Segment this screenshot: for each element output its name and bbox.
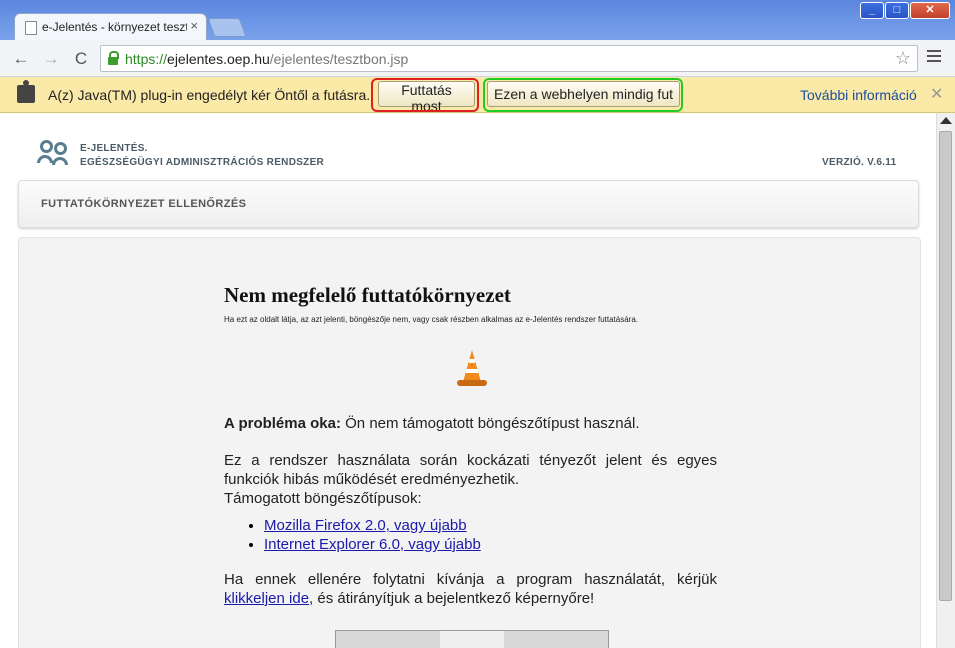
bookmark-star-icon[interactable]: ☆ bbox=[895, 48, 911, 69]
back-arrow-icon[interactable]: ← bbox=[10, 48, 32, 70]
continue-text: Ha ennek ellenére folytatni kívánja a pr… bbox=[224, 571, 717, 607]
section-header: FUTTATÓKÖRNYEZET ELLENŐRZÉS bbox=[18, 180, 919, 228]
vertical-scrollbar[interactable] bbox=[936, 113, 955, 648]
browser-list: Mozilla Firefox 2.0, vagy újabb Internet… bbox=[224, 516, 717, 554]
ejelentes-logo-icon bbox=[36, 140, 70, 166]
section-title: FUTTATÓKÖRNYEZET ELLENŐRZÉS bbox=[41, 198, 247, 210]
brand-subtitle: EGÉSZSÉGÜGYI ADMINISZTRÁCIÓS RENDSZER bbox=[80, 157, 325, 168]
run-now-button[interactable]: Futtatás most bbox=[378, 81, 475, 114]
tab-title: e-Jelentés - környezet tesztb bbox=[42, 20, 187, 34]
url-text[interactable]: https://ejelentes.oep.hu/ejelentes/teszt… bbox=[125, 51, 408, 67]
scrollbar-thumb[interactable] bbox=[939, 131, 952, 601]
intro-text: Ha ezt az oldalt látja, az azt jelenti, … bbox=[224, 315, 638, 324]
browser-tab[interactable]: e-Jelentés - környezet tesztb × bbox=[14, 13, 207, 40]
reload-icon[interactable]: C bbox=[70, 48, 92, 70]
brand-name: E-JELENTÉS. bbox=[80, 143, 148, 154]
menu-icon[interactable] bbox=[927, 50, 941, 64]
click-here-link[interactable]: klikkeljen ide bbox=[224, 590, 309, 607]
supported-label: Támogatott böngészőtípusok: bbox=[224, 490, 422, 507]
traffic-cone-icon bbox=[455, 350, 489, 390]
infobar-message: A(z) Java(TM) plug-in engedélyt kér Öntő… bbox=[48, 87, 371, 103]
more-info-link[interactable]: További információ bbox=[800, 87, 917, 103]
problem-label: A probléma oka: bbox=[224, 415, 341, 432]
problem-text: A probléma oka: Ön nem támogatott böngés… bbox=[224, 415, 640, 432]
new-tab-button[interactable] bbox=[207, 18, 247, 37]
plugin-infobar: A(z) Java(TM) plug-in engedélyt kér Öntő… bbox=[0, 77, 955, 114]
version-label: VERZIÓ. V.6.11 bbox=[822, 157, 897, 168]
browser-toolbar: ← → C https://ejelentes.oep.hu/ejelentes… bbox=[0, 40, 955, 77]
warning-text: Ez a rendszer használata során kockázati… bbox=[224, 452, 717, 488]
content-column: Nem megfelelő futtatókörnyezet Ha ezt az… bbox=[224, 283, 717, 608]
list-item: Internet Explorer 6.0, vagy újabb bbox=[264, 535, 717, 554]
address-bar[interactable]: https://ejelentes.oep.hu/ejelentes/teszt… bbox=[100, 45, 918, 72]
scroll-up-arrow-icon[interactable] bbox=[940, 117, 952, 124]
list-item: Mozilla Firefox 2.0, vagy újabb bbox=[264, 516, 717, 535]
always-run-button[interactable]: Ezen a webhelyen mindig fut bbox=[487, 81, 680, 107]
maximize-button[interactable]: □ bbox=[885, 2, 909, 19]
ie-link[interactable]: Internet Explorer 6.0, vagy újabb bbox=[264, 536, 481, 553]
lock-icon bbox=[108, 51, 119, 65]
minimize-button[interactable]: _ bbox=[860, 2, 884, 19]
window-close-button[interactable]: ✕ bbox=[910, 2, 950, 19]
plugin-placeholder-image bbox=[335, 630, 609, 648]
page-heading: Nem megfelelő futtatókörnyezet bbox=[224, 283, 511, 307]
plugin-puzzle-icon bbox=[17, 80, 35, 103]
forward-arrow-icon[interactable]: → bbox=[40, 48, 62, 70]
infobar-close-icon[interactable]: ✕ bbox=[930, 84, 943, 104]
page-viewport: E-JELENTÉS. EGÉSZSÉGÜGYI ADMINISZTRÁCIÓS… bbox=[0, 113, 936, 648]
page-favicon-icon bbox=[25, 21, 37, 35]
tab-close-icon[interactable]: × bbox=[190, 18, 198, 33]
content-panel: Nem megfelelő futtatókörnyezet Ha ezt az… bbox=[18, 237, 921, 648]
firefox-link[interactable]: Mozilla Firefox 2.0, vagy újabb bbox=[264, 517, 467, 534]
window-titlebar: e-Jelentés - környezet tesztb × _ □ ✕ bbox=[0, 0, 955, 40]
